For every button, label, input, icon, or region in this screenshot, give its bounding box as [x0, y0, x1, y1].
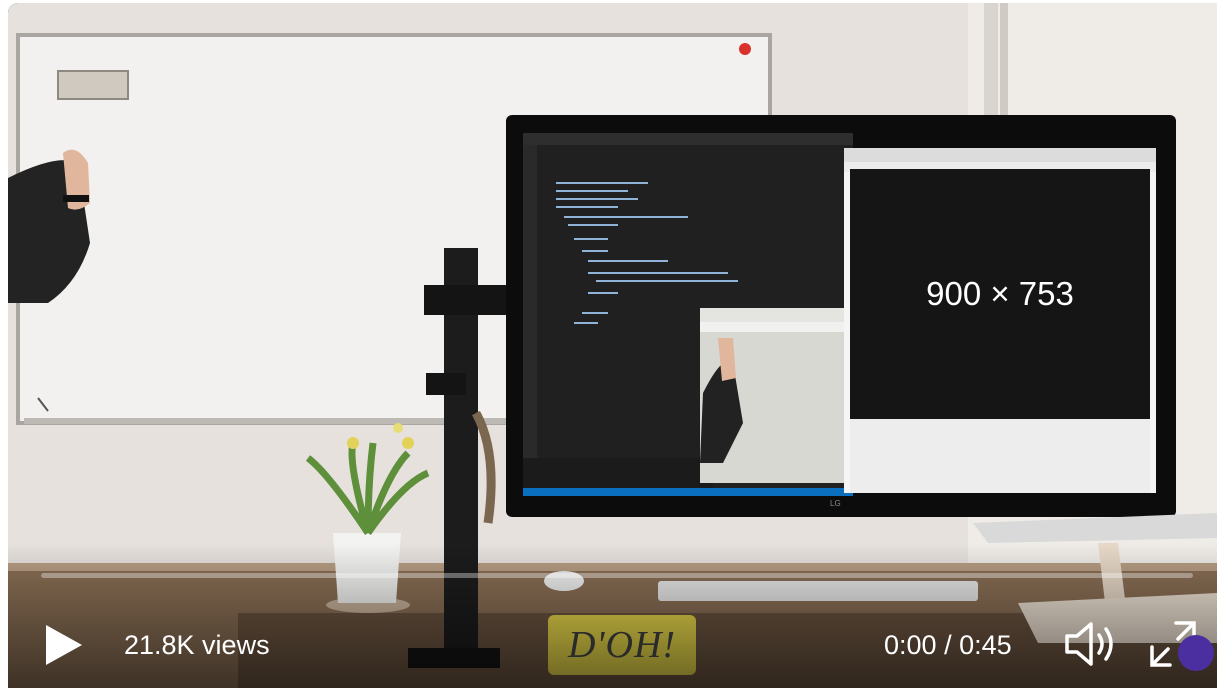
video-frame	[8, 3, 1217, 688]
time-separator: /	[936, 630, 960, 660]
view-count: 21.8K views	[124, 630, 270, 660]
progress-bar[interactable]	[41, 573, 1193, 578]
monitor	[506, 115, 1176, 517]
play-icon	[46, 625, 82, 665]
time-display: 0:00 / 0:45	[884, 632, 1012, 659]
current-time: 0:00	[884, 630, 937, 660]
monitor-brand: LG	[830, 499, 841, 508]
duration: 0:45	[959, 630, 1012, 660]
play-button[interactable]	[44, 623, 84, 667]
preview-dimensions-label: 900 × 753	[926, 275, 1074, 312]
video-player[interactable]: 900 × 753 LG D'OH! 21.8K views 0:00 / 0:…	[8, 3, 1217, 688]
volume-icon	[1065, 622, 1113, 666]
volume-button[interactable]	[1063, 621, 1121, 667]
avatar[interactable]	[1178, 635, 1214, 671]
desk-sign-text: D'OH!	[567, 624, 677, 666]
